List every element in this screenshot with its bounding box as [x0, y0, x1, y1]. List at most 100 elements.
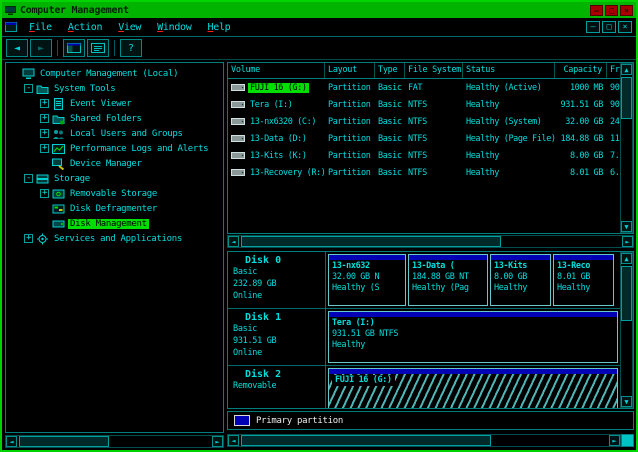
tree-item-disk-defragmenter[interactable]: Disk Defragmenter: [6, 201, 223, 216]
tree-item-disk-management[interactable]: Disk Management: [6, 216, 223, 231]
tree-item-system-tools[interactable]: - System Tools: [6, 81, 223, 96]
help-button[interactable]: ?: [120, 39, 142, 57]
volume-row[interactable]: 13-Recovery (R:) Partition Basic NTFS He…: [228, 164, 620, 181]
scrollbar-track[interactable]: [621, 264, 632, 396]
primary-partition-swatch: [234, 415, 250, 426]
tree-item-event-viewer[interactable]: + Event Viewer: [6, 96, 223, 111]
tree-item-computer-management[interactable]: Computer Management (Local): [6, 66, 223, 81]
scrollbar-thumb[interactable]: [19, 436, 109, 447]
scrollbar-track[interactable]: [17, 436, 212, 447]
scroll-right-icon[interactable]: ►: [212, 436, 223, 447]
properties-button[interactable]: [87, 39, 109, 57]
column-header-free[interactable]: Fr: [607, 63, 620, 78]
bottom-horizontal-scrollbar[interactable]: ◄ ►: [227, 434, 621, 447]
shared-folders-icon: [52, 113, 65, 125]
tree-horizontal-scrollbar[interactable]: ◄ ►: [5, 435, 224, 448]
scroll-down-icon[interactable]: ▼: [621, 221, 632, 232]
menu-help-rest: elp: [213, 21, 231, 33]
scroll-right-icon[interactable]: ►: [622, 236, 633, 247]
volume-list-vertical-scrollbar[interactable]: ▲ ▼: [620, 63, 633, 233]
volume-row[interactable]: FUJI 16 (G:) Partition Basic FAT Healthy…: [228, 79, 620, 96]
console-tree-icon: [67, 43, 81, 53]
back-button[interactable]: ◄: [6, 39, 28, 57]
partition-size: 8.01 GB: [557, 272, 591, 282]
disk-list: Disk 0 Basic 232.89 GB Online 13-nx632 32…: [228, 252, 620, 408]
menu-window[interactable]: Window: [149, 22, 199, 33]
scroll-down-icon[interactable]: ▼: [621, 396, 632, 407]
partition-fuji-16-selected[interactable]: FUJI 16 (G:): [328, 368, 618, 408]
window-title: Computer Management: [20, 4, 129, 16]
mdi-close-icon[interactable]: ×: [618, 21, 632, 33]
column-header-type[interactable]: Type: [375, 63, 405, 78]
menu-file[interactable]: File: [21, 22, 60, 33]
help-icon: ?: [127, 42, 135, 54]
scroll-up-icon[interactable]: ▲: [621, 253, 632, 264]
tree-item-local-users-and-groups[interactable]: + Local Users and Groups: [6, 126, 223, 141]
maximize-icon[interactable]: □: [605, 4, 618, 16]
volume-row[interactable]: Tera (I:) Partition Basic NTFS Healthy 9…: [228, 96, 620, 113]
scrollbar-thumb[interactable]: [621, 77, 632, 119]
menu-help[interactable]: Help: [200, 22, 239, 33]
tree-item-device-manager[interactable]: Device Manager: [6, 156, 223, 171]
column-header-volume[interactable]: Volume: [228, 63, 325, 78]
console-window-icon[interactable]: [5, 21, 17, 33]
tree-expander[interactable]: -: [24, 174, 33, 183]
close-icon[interactable]: ×: [620, 4, 633, 16]
partition-13-recovery[interactable]: 13-Reco 8.01 GB Healthy: [553, 254, 614, 306]
app-icon: [5, 5, 16, 16]
scrollbar-track[interactable]: [621, 75, 632, 221]
show-console-tree-button[interactable]: [63, 39, 85, 57]
disk-2-label[interactable]: Disk 2 Removable: [228, 366, 326, 408]
partition-13-nx6320[interactable]: 13-nx632 32.00 GB N Healthy (S: [328, 254, 406, 306]
disk-0-label[interactable]: Disk 0 Basic 232.89 GB Online: [228, 252, 326, 308]
partition-tera[interactable]: Tera (I:) 931.51 GB NTFS Healthy: [328, 311, 618, 363]
column-header-file-system[interactable]: File System: [405, 63, 463, 78]
disk-row-1: Disk 1 Basic 931.51 GB Online Tera (I:) 9…: [228, 309, 620, 366]
tree-expander[interactable]: +: [24, 234, 33, 243]
disk-1-partitions: Tera (I:) 931.51 GB NTFS Healthy: [326, 309, 620, 365]
volume-row[interactable]: 13-Kits (K:) Partition Basic NTFS Health…: [228, 147, 620, 164]
tree-expander[interactable]: +: [40, 189, 49, 198]
tree-item-storage[interactable]: - Storage: [6, 171, 223, 186]
column-header-layout[interactable]: Layout: [325, 63, 375, 78]
scrollbar-track[interactable]: [239, 435, 609, 446]
volume-name: FUJI 16 (G:): [248, 82, 309, 93]
tree-expander[interactable]: +: [40, 144, 49, 153]
titlebar[interactable]: Computer Management – □ ×: [2, 2, 636, 18]
menu-view[interactable]: View: [110, 22, 149, 33]
scroll-left-icon[interactable]: ◄: [6, 436, 17, 447]
scrollbar-thumb[interactable]: [241, 236, 501, 247]
scrollbar-thumb[interactable]: [241, 435, 491, 446]
column-header-capacity[interactable]: Capacity: [555, 63, 607, 78]
scrollbar-track[interactable]: [239, 236, 622, 247]
tree-item-removable-storage[interactable]: + Removable Storage: [6, 186, 223, 201]
tree-item-performance-logs-and-alerts[interactable]: + Performance Logs and Alerts: [6, 141, 223, 156]
minimize-icon[interactable]: –: [590, 4, 603, 16]
volume-list-horizontal-scrollbar[interactable]: ◄ ►: [227, 235, 634, 248]
scroll-up-icon[interactable]: ▲: [621, 64, 632, 75]
scroll-right-icon[interactable]: ►: [609, 435, 620, 446]
menu-action[interactable]: Action: [60, 22, 110, 33]
tree-expander[interactable]: +: [40, 129, 49, 138]
disk-1-label[interactable]: Disk 1 Basic 931.51 GB Online: [228, 309, 326, 365]
partition-13-data[interactable]: 13-Data (184.88 GB NT Healthy (Pag: [408, 254, 488, 306]
scroll-left-icon[interactable]: ◄: [228, 236, 239, 247]
disk-view-vertical-scrollbar[interactable]: ▲ ▼: [620, 252, 633, 408]
partition-13-kits[interactable]: 13-Kits 8.00 GB Healthy: [490, 254, 551, 306]
volume-row[interactable]: 13-nx6320 (C:) Partition Basic NTFS Heal…: [228, 113, 620, 130]
tree-expander[interactable]: +: [40, 99, 49, 108]
scrollbar-thumb[interactable]: [621, 266, 632, 321]
scroll-left-icon[interactable]: ◄: [228, 435, 239, 446]
mdi-minimize-icon[interactable]: –: [586, 21, 600, 33]
forward-button[interactable]: ►: [30, 39, 52, 57]
tree-expander[interactable]: -: [24, 84, 33, 93]
tree-item-shared-folders[interactable]: + Shared Folders: [6, 111, 223, 126]
tree-item-services-and-applications[interactable]: + Services and Applications: [6, 231, 223, 246]
scrollbar-corner: [621, 434, 634, 447]
tree-expander[interactable]: +: [40, 114, 49, 123]
partition-name: 13-Reco: [557, 261, 591, 271]
mdi-restore-icon[interactable]: □: [602, 21, 616, 33]
volume-layout: Partition: [328, 116, 371, 127]
column-header-status[interactable]: Status: [463, 63, 555, 78]
volume-row[interactable]: 13-Data (D:) Partition Basic NTFS Health…: [228, 130, 620, 147]
